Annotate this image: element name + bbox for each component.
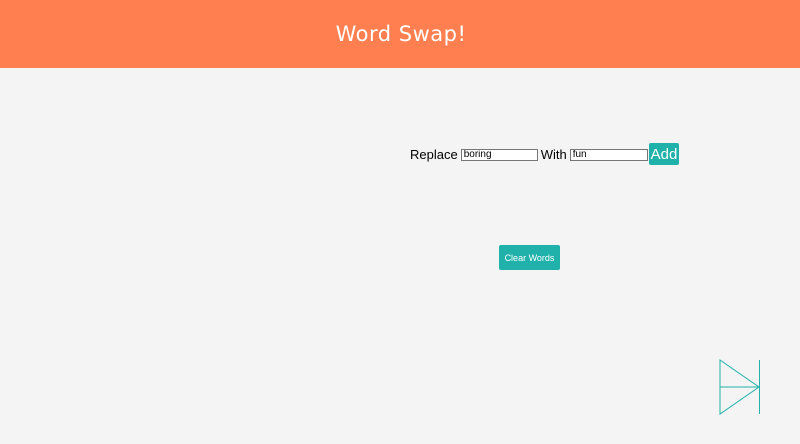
swap-form: Replace With — [410, 147, 648, 162]
page-title: Word Swap! — [335, 22, 467, 46]
clear-words-button[interactable]: Clear Words — [499, 245, 560, 270]
header-bar: Word Swap! — [0, 0, 800, 68]
with-label: With — [540, 147, 567, 162]
next-button[interactable] — [718, 359, 762, 415]
with-input[interactable] — [569, 148, 648, 161]
skip-forward-icon — [719, 359, 760, 415]
replace-label: Replace — [410, 147, 458, 162]
replace-input[interactable] — [460, 148, 538, 161]
add-button[interactable]: Add — [649, 143, 679, 165]
